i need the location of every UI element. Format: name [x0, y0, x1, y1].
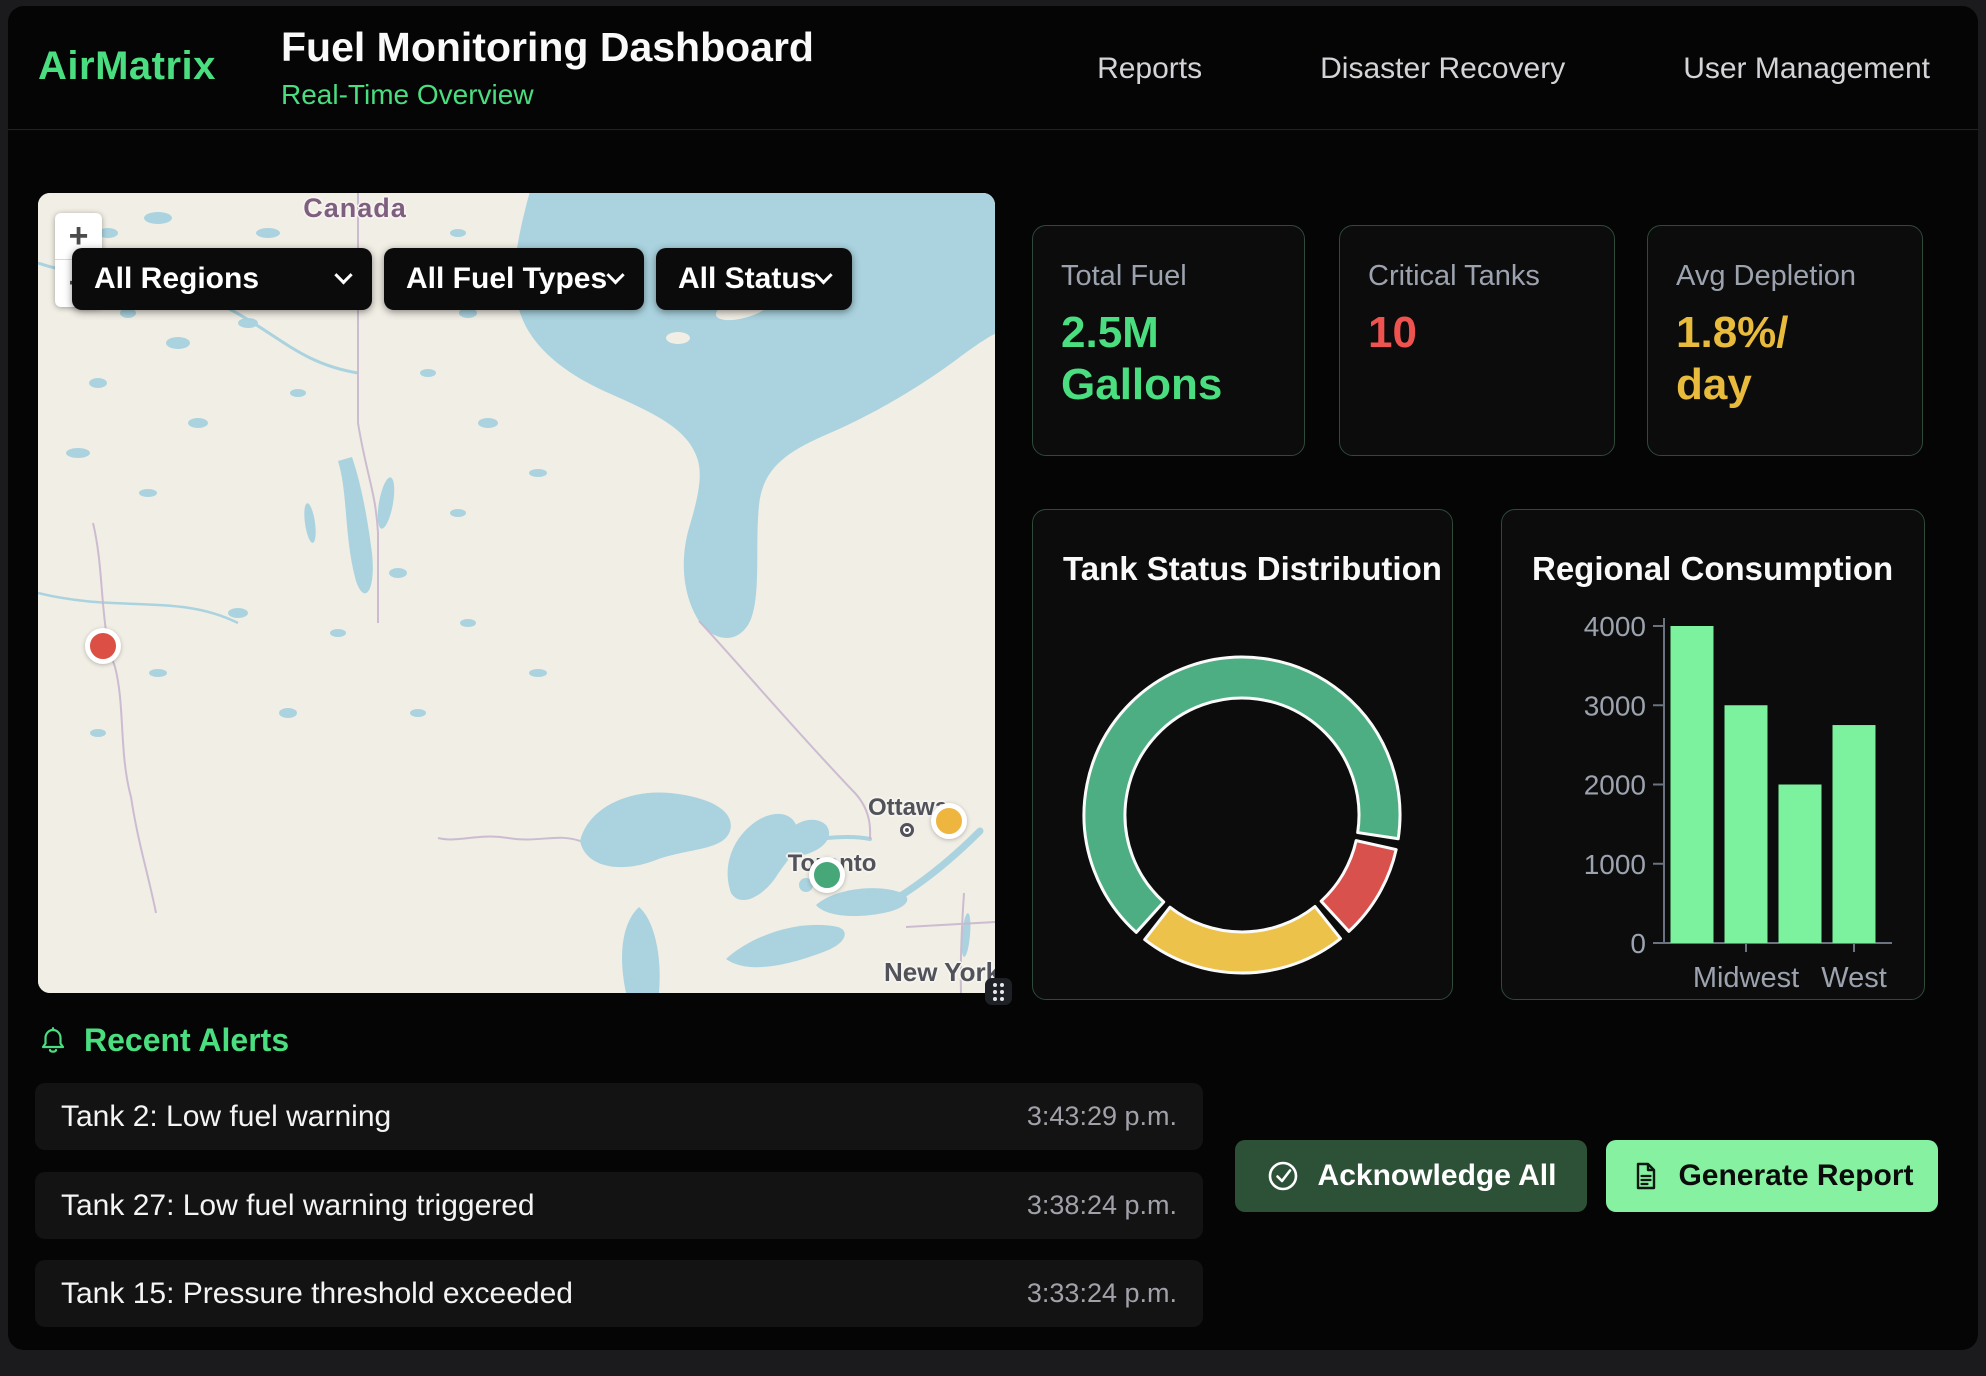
stat-value: 1.8%/day	[1676, 307, 1894, 411]
map-label-canada: Canada	[290, 193, 420, 224]
status-select[interactable]: All Status	[656, 248, 852, 310]
svg-text:1000: 1000	[1584, 849, 1646, 880]
tank-status-donut-chart[interactable]	[1033, 510, 1454, 1001]
tank-status-distribution-card: Tank Status Distribution	[1032, 509, 1453, 1000]
chevron-down-icon	[606, 266, 624, 284]
alert-row[interactable]: Tank 15: Pressure threshold exceeded 3:3…	[35, 1260, 1203, 1327]
fuel-types-select[interactable]: All Fuel Types	[384, 248, 644, 310]
alert-time: 3:43:29 p.m.	[1027, 1101, 1177, 1132]
fuel-types-select-value: All Fuel Types	[406, 262, 607, 296]
regional-consumption-bar-chart[interactable]: 0 1000 2000 3000 4000 Midwest West	[1502, 510, 1926, 1001]
svg-text:3000: 3000	[1584, 690, 1646, 721]
svg-text:Midwest: Midwest	[1693, 962, 1799, 994]
map-label-new-york: New York	[862, 957, 995, 988]
regions-select[interactable]: All Regions	[72, 248, 372, 310]
stat-card-avg-depletion: Avg Depletion 1.8%/day	[1647, 225, 1923, 456]
map-marker[interactable]	[809, 857, 845, 893]
map-marker[interactable]	[85, 628, 121, 664]
svg-text:4000: 4000	[1584, 611, 1646, 642]
generate-report-button[interactable]: Generate Report	[1606, 1140, 1938, 1212]
page: AirMatrix Fuel Monitoring Dashboard Real…	[0, 0, 1986, 1376]
regions-select-value: All Regions	[94, 262, 259, 296]
dashboard-window: AirMatrix Fuel Monitoring Dashboard Real…	[8, 6, 1978, 1350]
resize-grip-handle[interactable]	[985, 978, 1012, 1005]
stat-label: Avg Depletion	[1676, 260, 1894, 293]
stat-label: Critical Tanks	[1368, 260, 1586, 293]
alert-text: Tank 2: Low fuel warning	[61, 1100, 391, 1134]
nav-item-reports[interactable]: Reports	[1097, 52, 1202, 86]
stat-card-total-fuel: Total Fuel 2.5MGallons	[1032, 225, 1305, 456]
alert-text: Tank 15: Pressure threshold exceeded	[61, 1277, 573, 1311]
alert-time: 3:33:24 p.m.	[1027, 1278, 1177, 1309]
alert-row[interactable]: Tank 2: Low fuel warning 3:43:29 p.m.	[35, 1083, 1203, 1150]
stat-card-critical-tanks: Critical Tanks 10	[1339, 225, 1615, 456]
chevron-down-icon	[334, 266, 352, 284]
map-filter-bar: All Regions All Fuel Types All Status	[72, 248, 852, 310]
stat-label: Total Fuel	[1061, 260, 1276, 293]
alert-time: 3:38:24 p.m.	[1027, 1190, 1177, 1221]
nav-item-user-management[interactable]: User Management	[1683, 52, 1930, 86]
regional-consumption-card: Regional Consumption 01000200030004000Mi…	[1501, 509, 1925, 1000]
main-nav: Reports Disaster Recovery User Managemen…	[1097, 52, 1930, 86]
page-title: Fuel Monitoring Dashboard	[281, 24, 814, 71]
alert-row[interactable]: Tank 27: Low fuel warning triggered 3:38…	[35, 1172, 1203, 1239]
check-circle-icon	[1266, 1159, 1300, 1193]
alerts-title: Recent Alerts	[84, 1022, 289, 1059]
status-select-value: All Status	[678, 262, 816, 296]
map-canvas[interactable]: Canada Ottawa Toronto New York + − All R…	[38, 193, 995, 993]
chevron-down-icon	[814, 266, 832, 284]
stat-value: 10	[1368, 307, 1586, 359]
header: AirMatrix Fuel Monitoring Dashboard Real…	[8, 6, 1978, 130]
ottawa-city-dot-icon	[900, 823, 914, 837]
alerts-header: Recent Alerts	[38, 1022, 289, 1059]
document-icon	[1630, 1161, 1660, 1191]
generate-report-label: Generate Report	[1678, 1159, 1913, 1193]
bell-icon	[38, 1026, 68, 1056]
title-block: Fuel Monitoring Dashboard Real-Time Over…	[281, 24, 814, 111]
nav-item-disaster-recovery[interactable]: Disaster Recovery	[1320, 52, 1565, 86]
map-marker[interactable]	[931, 803, 967, 839]
stat-value: 2.5MGallons	[1061, 307, 1276, 411]
svg-text:0: 0	[1630, 928, 1646, 959]
alert-text: Tank 27: Low fuel warning triggered	[61, 1189, 535, 1223]
acknowledge-all-button[interactable]: Acknowledge All	[1235, 1140, 1587, 1212]
brand-logo: AirMatrix	[38, 44, 216, 89]
page-subtitle: Real-Time Overview	[281, 79, 814, 111]
svg-text:West: West	[1821, 962, 1887, 994]
svg-text:2000: 2000	[1584, 770, 1646, 801]
acknowledge-all-label: Acknowledge All	[1318, 1159, 1557, 1193]
